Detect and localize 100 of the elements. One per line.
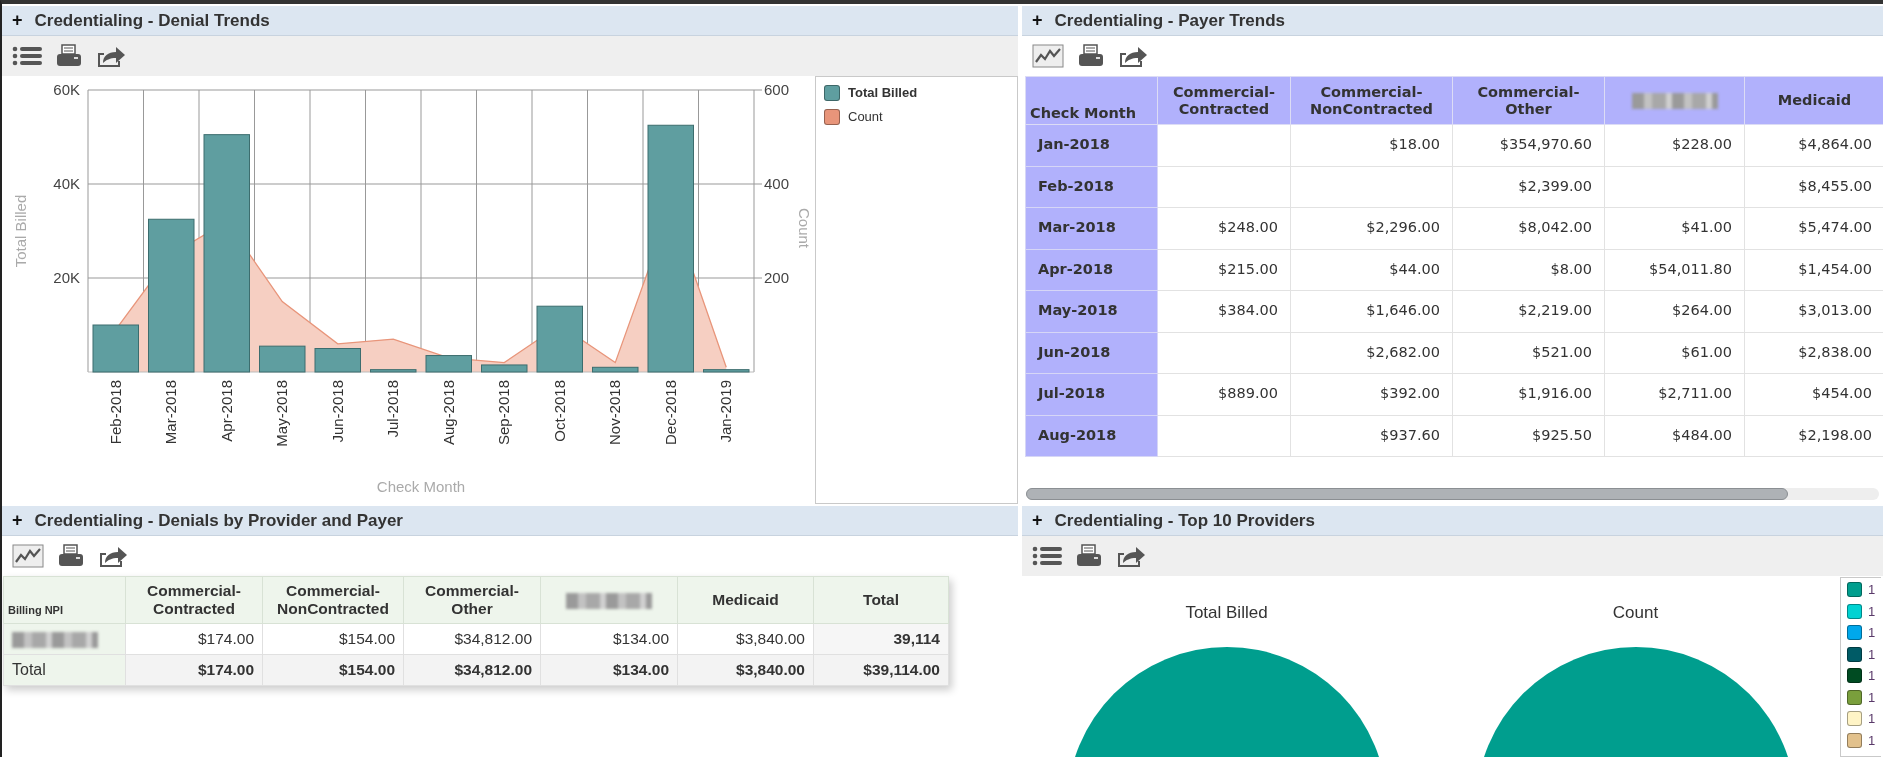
table-cell: $54,011.80 (1604, 249, 1745, 291)
table-cell: $3,840.00 (677, 654, 814, 686)
legend-label[interactable]: Count (848, 107, 883, 127)
legend-label: 1 (1868, 624, 1876, 642)
column-header: Commercial-Contracted (125, 576, 263, 624)
printer-icon[interactable] (56, 44, 82, 68)
printer-icon[interactable] (1078, 44, 1104, 68)
table-cell: $2,219.00 (1452, 290, 1605, 332)
month-label: Sep-2018 (495, 380, 513, 446)
table-cell: $61.00 (1604, 332, 1745, 374)
printer-icon[interactable] (58, 544, 84, 568)
table-cell: $889.00 (1157, 373, 1291, 415)
table-cell: $2,296.00 (1290, 207, 1453, 249)
bar (425, 355, 472, 373)
table-cell: $154.00 (262, 654, 404, 686)
bar (259, 345, 306, 373)
table-cell: $134.00 (540, 654, 678, 686)
legend-label: 1 (1868, 645, 1876, 664)
table-cell: $34,812.00 (403, 654, 541, 686)
line-chart-icon[interactable] (1032, 44, 1064, 68)
legend-swatch (824, 85, 840, 101)
table-cell: $215.00 (1157, 249, 1291, 291)
row-header: Feb-2018 (1025, 166, 1158, 208)
table-cell: 39,114 (813, 623, 949, 655)
table-cell: $354,970.60 (1452, 124, 1605, 166)
legend-label: 1 (1868, 667, 1876, 685)
axis-tick-label: 60K (53, 81, 80, 98)
printer-icon[interactable] (1076, 544, 1102, 568)
row-header: May-2018 (1025, 290, 1158, 332)
row-header: Jun-2018 (1025, 332, 1158, 374)
month-label: Jun-2018 (328, 380, 346, 443)
share-icon[interactable] (1118, 44, 1148, 68)
table-cell: $39,114.00 (813, 654, 949, 686)
chart-title: Count (1612, 602, 1659, 624)
legend-label: 1 (1868, 731, 1876, 750)
axis-title: Total Billed (12, 194, 29, 268)
bar (481, 364, 528, 373)
axis-tick-label: 40K (53, 175, 80, 192)
row-header: Aug-2018 (1025, 415, 1158, 457)
chart-title: Total Billed (1185, 602, 1268, 624)
column-header: Check Month (1025, 76, 1158, 125)
expand-icon[interactable]: + (12, 507, 23, 534)
table-cell: $174.00 (125, 654, 263, 686)
bar (592, 366, 639, 373)
table-cell: $1,916.00 (1452, 373, 1605, 415)
axis-tick-label: 400 (764, 175, 790, 192)
axis-tick-label: 200 (764, 269, 790, 286)
column-header: Commercial-NonContracted (262, 576, 404, 624)
row-header: Jan-2018 (1025, 124, 1158, 166)
table-cell: $8.00 (1452, 249, 1605, 291)
table-cell: $392.00 (1290, 373, 1453, 415)
table-cell: $937.60 (1290, 415, 1453, 457)
bar (703, 369, 750, 373)
table-cell: $41.00 (1604, 207, 1745, 249)
axis-title: Count (796, 208, 813, 248)
table-cell: $34,812.00 (403, 623, 541, 655)
table-cell: $174.00 (125, 623, 263, 655)
legend-label: 1 (1868, 581, 1876, 599)
table-cell: $1,646.00 (1290, 290, 1453, 332)
table-cell: $18.00 (1290, 124, 1453, 166)
axis-tick-label: 600 (764, 81, 790, 98)
axis-tick-label: 20K (53, 269, 80, 286)
table-cell: $925.50 (1452, 415, 1605, 457)
legend-label: 1 (1868, 688, 1876, 707)
month-label: May-2018 (273, 380, 291, 447)
legend-swatch (824, 109, 840, 125)
expand-icon[interactable]: + (1032, 7, 1043, 34)
bar (314, 348, 361, 373)
month-label: Dec-2018 (661, 380, 679, 446)
table-cell: $484.00 (1604, 415, 1745, 457)
axis-title: Check Month (376, 478, 466, 495)
share-icon[interactable] (1116, 544, 1146, 568)
row-header: Apr-2018 (1025, 249, 1158, 291)
table-cell: $2,711.00 (1604, 373, 1745, 415)
table-cell: $264.00 (1604, 290, 1745, 332)
column-header: Total (813, 576, 949, 624)
expand-icon[interactable]: + (12, 7, 23, 34)
bar (536, 305, 583, 373)
list-icon[interactable] (1032, 544, 1062, 568)
legend-label: 1 (1868, 602, 1876, 621)
row-header: Jul-2018 (1025, 373, 1158, 415)
month-label: Apr-2018 (217, 380, 235, 442)
month-label: Aug-2018 (439, 380, 457, 446)
table-cell: $248.00 (1157, 207, 1291, 249)
share-icon[interactable] (96, 44, 126, 68)
table-cell: $521.00 (1452, 332, 1605, 374)
row-header: Total (3, 654, 126, 686)
line-chart-icon[interactable] (12, 544, 44, 568)
month-label: Feb-2018 (106, 380, 124, 445)
table-cell: $384.00 (1157, 290, 1291, 332)
table-cell: $228.00 (1604, 124, 1745, 166)
month-label: Jan-2019 (717, 380, 735, 443)
list-icon[interactable] (12, 44, 42, 68)
share-icon[interactable] (98, 544, 128, 568)
legend-label[interactable]: Total Billed (848, 83, 918, 103)
table-cell: $134.00 (540, 623, 678, 655)
expand-icon[interactable]: + (1032, 507, 1043, 534)
month-label: Nov-2018 (606, 380, 624, 446)
month-label: Oct-2018 (550, 380, 568, 442)
column-header: Medicaid (677, 576, 814, 624)
